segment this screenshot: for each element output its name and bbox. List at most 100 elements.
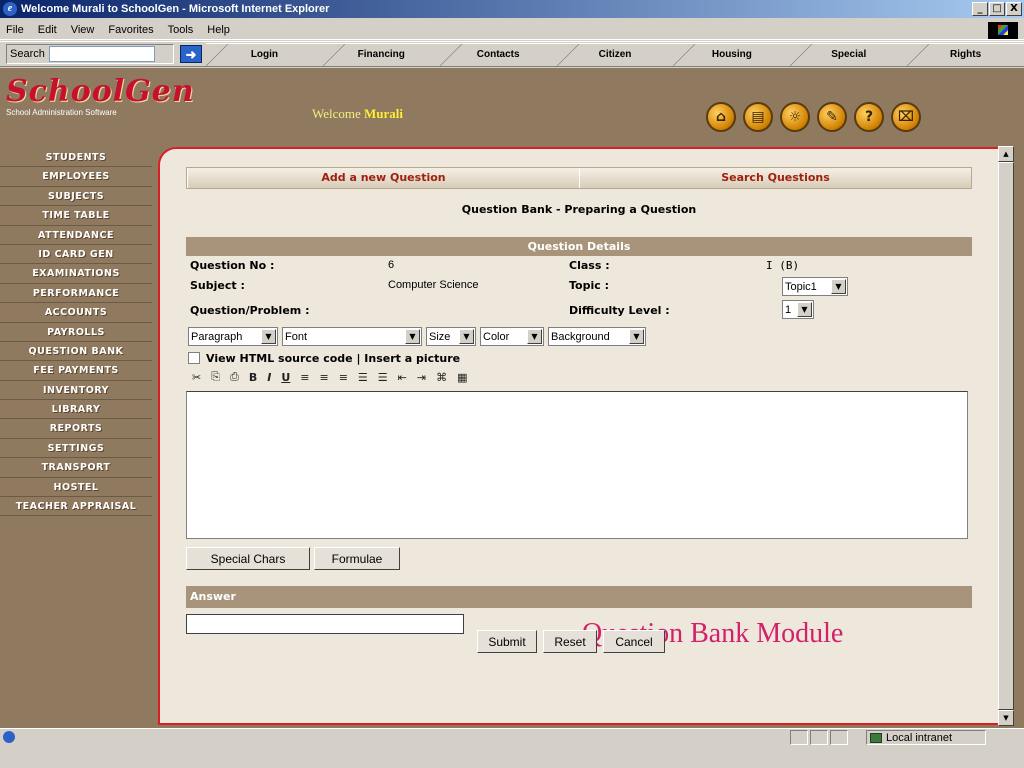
menu-view[interactable]: View (71, 24, 95, 36)
sidebar-item-examinations[interactable]: EXAMINATIONS (0, 264, 152, 284)
sidebar-item-hostel[interactable]: HOSTEL (0, 478, 152, 498)
tab-add-question[interactable]: Add a new Question (187, 168, 579, 188)
align-right-icon[interactable]: ≡ (339, 371, 348, 384)
book-icon[interactable]: ▤ (743, 102, 773, 132)
subject-value: Computer Science (388, 279, 479, 291)
zone-label: Local intranet (886, 731, 953, 744)
tab-financing[interactable]: Financing (322, 43, 440, 66)
scroll-down-icon[interactable]: ▼ (998, 710, 1014, 726)
web-link-icon[interactable]: ⌘ (436, 371, 447, 384)
maximize-button[interactable]: □ (989, 2, 1005, 16)
search-input[interactable] (48, 46, 155, 62)
align-center-icon[interactable]: ≡ (319, 371, 328, 384)
table-icon[interactable]: ▦ (457, 371, 467, 384)
page-status-icon (3, 731, 15, 743)
difficulty-select[interactable]: 1 ▼ (782, 300, 814, 319)
search-label: Search (10, 48, 45, 60)
sidebar-item-transport[interactable]: TRANSPORT (0, 458, 152, 478)
submit-button[interactable]: Submit (477, 630, 537, 653)
go-arrow-icon[interactable]: ➜ (180, 45, 202, 63)
scroll-up-icon[interactable]: ▲ (998, 146, 1014, 162)
editor-toolbar: ✂ ⎘ ⎙ B I U ≡ ≡ ≡ ☰ ☰ ⇤ ⇥ ⌘ ▦ (186, 367, 972, 387)
sidebar-item-inventory[interactable]: INVENTORY (0, 381, 152, 401)
sidebar-item-accounts[interactable]: ACCOUNTS (0, 303, 152, 323)
minimize-button[interactable]: _ (972, 2, 988, 16)
background-select[interactable]: Background ▼ (548, 327, 646, 346)
sidebar-item-attendance[interactable]: ATTENDANCE (0, 226, 152, 245)
sidebar-item-students[interactable]: STUDENTS (0, 148, 152, 168)
question-no-label: Question No : (190, 259, 275, 272)
status-cells (790, 730, 848, 745)
sidebar-item-reports[interactable]: REPORTS (0, 419, 152, 439)
close-icon[interactable]: ⌧ (891, 102, 921, 132)
size-label: Size (429, 330, 451, 343)
indent-icon[interactable]: ⇥ (417, 371, 426, 384)
view-source-checkbox[interactable] (188, 352, 200, 364)
view-source-label[interactable]: View HTML source code | Insert a picture (206, 352, 460, 365)
chevron-down-icon: ▼ (831, 279, 846, 294)
menu-help[interactable]: Help (207, 24, 230, 36)
menu-bar: File Edit View Favorites Tools Help (0, 20, 1024, 40)
formulae-button[interactable]: Formulae (314, 547, 400, 570)
help-icon[interactable]: ? (854, 102, 884, 132)
app-header: SchoolGen School Administration Software… (0, 68, 1024, 146)
menu-edit[interactable]: Edit (38, 24, 57, 36)
chevron-down-icon: ▼ (261, 329, 276, 344)
tab-login[interactable]: Login (206, 43, 323, 66)
home-icon[interactable]: ⌂ (706, 102, 736, 132)
sidebar-item-time-table[interactable]: TIME TABLE (0, 206, 152, 226)
special-chars-button[interactable]: Special Chars (186, 547, 310, 570)
schoolgen-logo: SchoolGen School Administration Software (6, 76, 194, 118)
align-left-icon[interactable]: ≡ (300, 371, 309, 384)
menu-tools[interactable]: Tools (168, 24, 194, 36)
italic-icon[interactable]: I (267, 371, 271, 384)
editor-buttons: Special Chars Formulae (186, 547, 972, 570)
bold-icon[interactable]: B (249, 371, 257, 384)
chevron-down-icon: ▼ (527, 329, 542, 344)
sidebar-item-library[interactable]: LIBRARY (0, 400, 152, 420)
menu-file[interactable]: File (6, 24, 24, 36)
sidebar-item-settings[interactable]: SETTINGS (0, 439, 152, 459)
tab-search-questions[interactable]: Search Questions (579, 168, 971, 188)
font-select[interactable]: Font ▼ (282, 327, 422, 346)
tab-housing[interactable]: Housing (673, 43, 791, 66)
size-select[interactable]: Size ▼ (426, 327, 476, 346)
sidebar-item-question-bank[interactable]: QUESTION BANK (0, 342, 152, 362)
globe-icon[interactable]: ☼ (780, 102, 810, 132)
sidebar-item-id-card-gen[interactable]: ID CARD GEN (0, 245, 152, 265)
section-title: Question Details (186, 237, 972, 256)
color-select[interactable]: Color ▼ (480, 327, 544, 346)
close-window-button[interactable]: X (1006, 2, 1022, 16)
sidebar-item-employees[interactable]: EMPLOYEES (0, 167, 152, 187)
ordered-list-icon[interactable]: ☰ (358, 371, 368, 384)
tab-rights[interactable]: Rights (907, 43, 1024, 66)
reset-button[interactable]: Reset (543, 630, 597, 653)
cut-icon[interactable]: ✂ (192, 371, 201, 384)
paste-icon[interactable]: ⎙ (230, 370, 239, 384)
sidebar-item-payrolls[interactable]: PAYROLLS (0, 323, 152, 342)
subject-label: Subject : (190, 279, 245, 292)
tab-contacts[interactable]: Contacts (439, 43, 557, 66)
document-icon[interactable]: ✎ (817, 102, 847, 132)
tab-citizen[interactable]: Citizen (556, 43, 674, 66)
topic-select[interactable]: Topic1 ▼ (782, 277, 848, 296)
cancel-button[interactable]: Cancel (603, 630, 665, 653)
question-editor[interactable] (186, 391, 968, 539)
app-area: SchoolGen School Administration Software… (0, 68, 1024, 728)
sidebar-item-subjects[interactable]: SUBJECTS (0, 187, 152, 207)
sidebar-item-performance[interactable]: PERFORMANCE (0, 284, 152, 304)
search-box: Search (6, 44, 174, 64)
topic-value: Topic1 (785, 280, 817, 293)
unordered-list-icon[interactable]: ☰ (378, 371, 388, 384)
underline-icon[interactable]: U (281, 371, 290, 384)
outdent-icon[interactable]: ⇤ (398, 371, 407, 384)
paragraph-select[interactable]: Paragraph ▼ (188, 327, 278, 346)
scroll-thumb[interactable] (998, 162, 1014, 710)
tab-special[interactable]: Special (790, 43, 908, 66)
copy-icon[interactable]: ⎘ (211, 370, 220, 384)
sidebar-item-fee-payments[interactable]: FEE PAYMENTS (0, 361, 152, 381)
sidebar-item-teacher-appraisal[interactable]: TEACHER APPRAISAL (0, 497, 152, 517)
menu-favorites[interactable]: Favorites (108, 24, 153, 36)
vertical-scrollbar[interactable]: ▲ ▼ (998, 146, 1014, 726)
font-label: Font (285, 330, 308, 343)
